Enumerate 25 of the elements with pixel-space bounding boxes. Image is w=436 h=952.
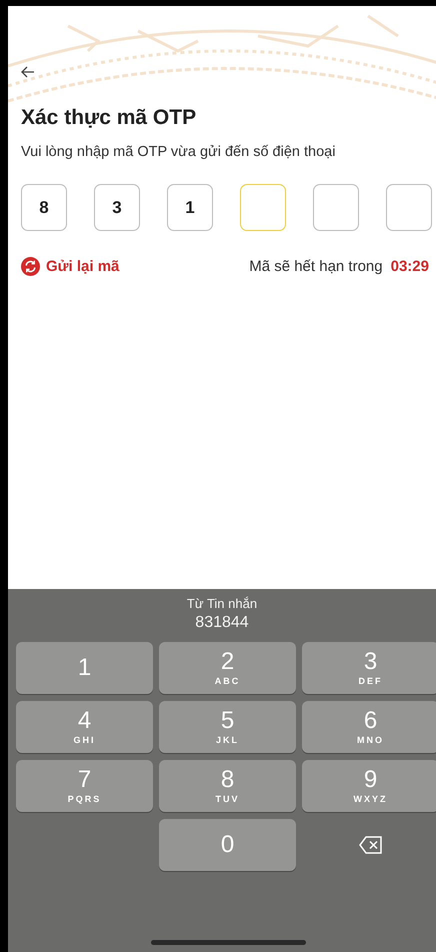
- countdown-timer: 03:29: [390, 258, 429, 275]
- otp-digit-field[interactable]: 3: [94, 184, 140, 231]
- keypad-key[interactable]: 0: [159, 819, 296, 871]
- keypad-key[interactable]: 9 WXYZ: [302, 760, 436, 812]
- autofill-suggestion[interactable]: Từ Tin nhắn 831844: [8, 589, 436, 640]
- resend-code-link[interactable]: Gửi lại mã: [21, 257, 120, 276]
- keypad-key[interactable]: 7 PQRS: [16, 760, 153, 812]
- keypad-key[interactable]: 5 JKL: [159, 701, 296, 753]
- back-arrow-icon: [21, 66, 35, 78]
- page-title: Xác thực mã OTP: [21, 106, 198, 130]
- otp-digit-field[interactable]: 1: [167, 184, 213, 231]
- refresh-icon: [21, 257, 40, 276]
- keypad-key[interactable]: 3 DEF: [302, 642, 436, 694]
- otp-digit-field[interactable]: [240, 184, 286, 231]
- otp-digit-field[interactable]: [386, 184, 432, 231]
- keypad-key[interactable]: 6 MNO: [302, 701, 436, 753]
- instruction-text: Vui lòng nhập mã OTP vừa gửi đến số điện thoại: [21, 144, 336, 160]
- otp-digit-field[interactable]: [313, 184, 359, 231]
- otp-digit-field[interactable]: 8: [21, 184, 67, 231]
- keypad-key[interactable]: 1: [16, 642, 153, 694]
- keypad-key[interactable]: 2 ABC: [159, 642, 296, 694]
- keypad-key[interactable]: 8 TUV: [159, 760, 296, 812]
- expiry-label: Mã sẽ hết hạn trong: [249, 258, 383, 275]
- backspace-icon: [358, 836, 382, 854]
- keypad-key[interactable]: 4 GHI: [16, 701, 153, 753]
